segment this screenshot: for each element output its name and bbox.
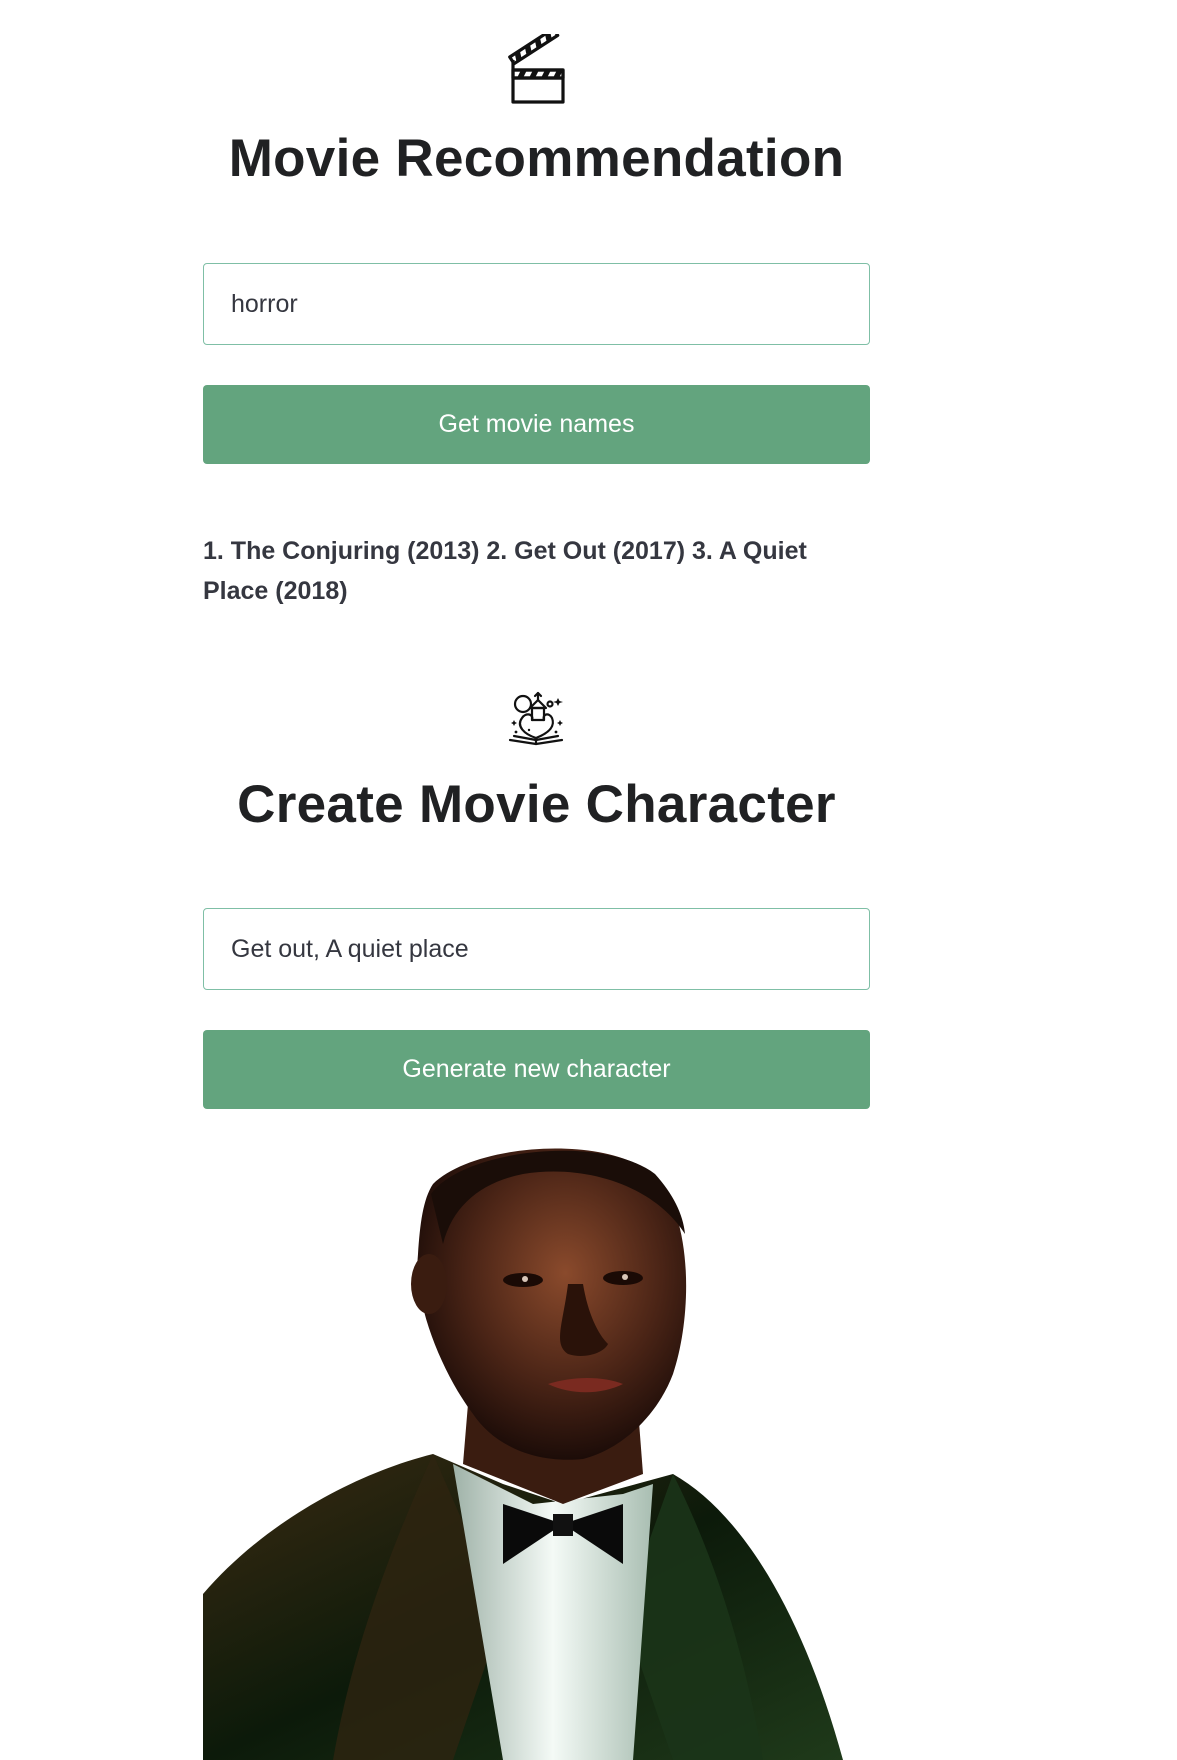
- magic-storybook-icon: [506, 690, 568, 748]
- create-movie-character-title: Create Movie Character: [237, 775, 836, 834]
- page: Movie Recommendation Get movie names 1. …: [0, 0, 1177, 1760]
- genre-input[interactable]: [203, 263, 870, 345]
- generated-character-portrait: [203, 1144, 870, 1760]
- get-movie-names-button[interactable]: Get movie names: [203, 385, 870, 464]
- generate-new-character-button[interactable]: Generate new character: [203, 1030, 870, 1109]
- movie-result-text: 1. The Conjuring (2013) 2. Get Out (2017…: [203, 537, 807, 605]
- movies-input[interactable]: [203, 908, 870, 990]
- clapperboard-icon: [507, 34, 567, 104]
- movie-recommendation-title: Movie Recommendation: [228, 129, 845, 188]
